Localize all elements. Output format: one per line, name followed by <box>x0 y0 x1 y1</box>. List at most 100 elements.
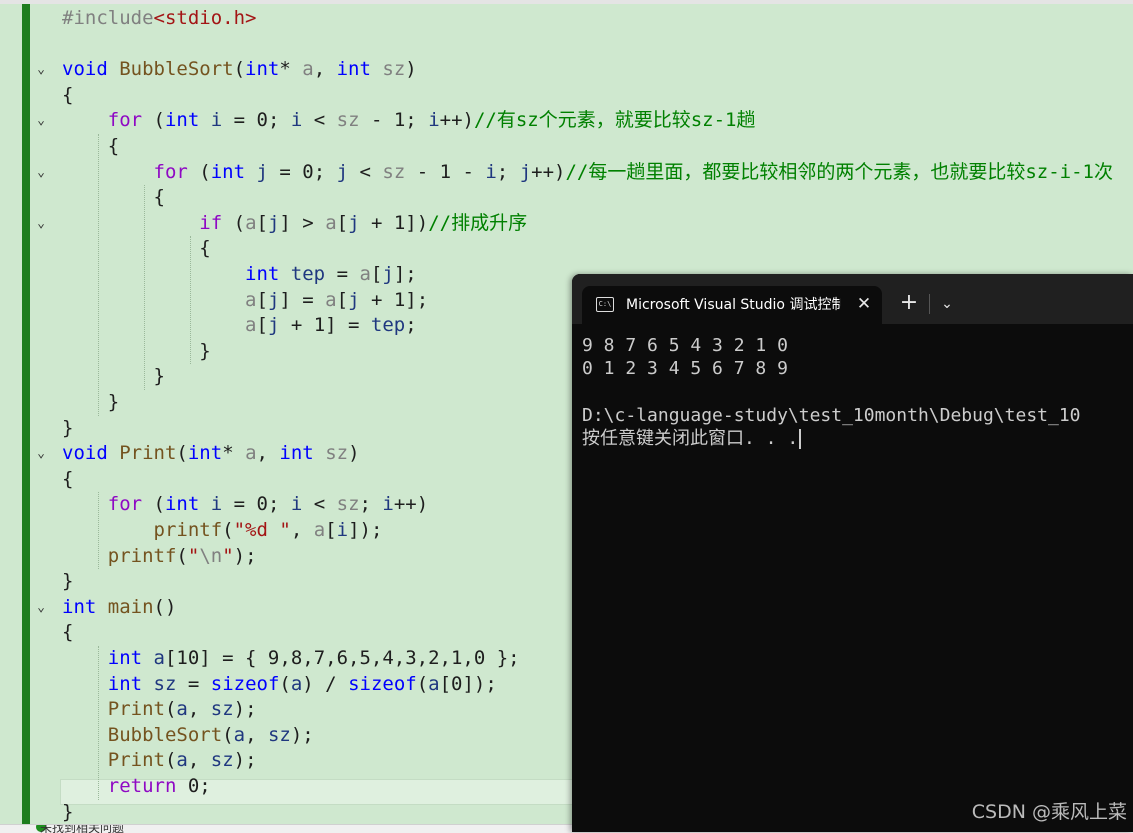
code-line[interactable]: #include<stdio.h> <box>62 6 256 31</box>
code-token: { <box>62 83 74 106</box>
code-token: "%d " <box>233 519 291 541</box>
code-line[interactable]: int main() <box>62 595 176 620</box>
code-line[interactable]: Print(a, sz); <box>62 697 257 722</box>
code-token: " <box>222 544 234 567</box>
debug-console-window[interactable]: C:\ Microsoft Visual Studio 调试控制台 ✕ + ⌄ … <box>572 274 1133 832</box>
code-line[interactable]: return 0; <box>62 774 211 799</box>
code-token: ); <box>233 749 257 772</box>
code-token: ); <box>233 698 257 721</box>
code-token: } <box>62 339 211 362</box>
code-token: int <box>164 109 211 132</box>
code-line[interactable]: { <box>62 185 165 210</box>
code-line[interactable]: printf("\n"); <box>62 544 257 569</box>
new-tab-button[interactable]: + <box>898 292 920 314</box>
code-line[interactable]: } <box>62 364 165 389</box>
code-line[interactable]: BubbleSort(a, sz); <box>62 723 314 748</box>
code-line[interactable]: printf("%d ", a[i]); <box>62 518 383 543</box>
code-token: a <box>313 519 326 541</box>
code-token: [0]); <box>439 672 497 695</box>
code-token: sizeof <box>210 672 280 695</box>
code-token: Print <box>107 698 165 721</box>
code-line[interactable]: for (int j = 0; j < sz - 1 - i; j++)//每一… <box>62 160 1113 185</box>
code-token: i <box>428 109 440 132</box>
code-token: <stdio.h> <box>153 7 257 29</box>
indent-guide <box>98 646 99 800</box>
code-line[interactable]: } <box>62 416 73 441</box>
code-token: for <box>107 493 143 516</box>
code-token: BubbleSort <box>107 723 223 746</box>
code-token: Print <box>107 749 165 772</box>
code-line[interactable]: a[j + 1] = tep; <box>62 313 417 338</box>
code-token: = <box>222 109 257 132</box>
terminal-tab-title: Microsoft Visual Studio 调试控制台 <box>626 297 841 313</box>
code-token: , <box>187 698 211 721</box>
code-line[interactable]: } <box>62 339 211 364</box>
code-token: [ <box>256 211 268 234</box>
fold-toggle-icon[interactable]: ⌄ <box>34 160 48 185</box>
chevron-down-icon[interactable]: ⌄ <box>936 293 958 315</box>
code-token: j <box>256 160 268 183</box>
prompt-text: 按任意键关闭此窗口. . . <box>582 428 799 449</box>
terminal-tab[interactable]: C:\ Microsoft Visual Studio 调试控制台 ✕ <box>582 286 882 324</box>
terminal-output[interactable]: 9 8 7 6 5 4 3 2 1 0 0 1 2 3 4 5 6 7 8 9 … <box>582 334 1133 832</box>
close-tab-button[interactable]: ✕ <box>854 293 874 315</box>
fold-toggle-icon[interactable]: ⌄ <box>34 441 48 466</box>
code-token: void <box>62 58 120 81</box>
code-token: tep <box>290 263 326 285</box>
code-token: tep <box>370 314 406 337</box>
code-token: sizeof <box>348 672 417 695</box>
fold-toggle-icon[interactable]: ⌄ <box>34 211 48 236</box>
fold-toggle-icon[interactable]: ⌄ <box>34 108 48 133</box>
code-token: - 1 - <box>405 160 486 183</box>
output-line: D:\c-language-study\test_10month\Debug\t… <box>582 405 1081 426</box>
console-icon: C:\ <box>596 297 614 312</box>
code-line[interactable]: int tep = a[j]; <box>62 262 417 287</box>
code-token: a <box>359 263 371 285</box>
code-token: sz <box>210 698 234 721</box>
code-token: j <box>267 288 280 311</box>
terminal-titlebar[interactable]: C:\ Microsoft Visual Studio 调试控制台 ✕ + ⌄ <box>572 274 1133 324</box>
code-token: ( <box>279 672 291 695</box>
code-line[interactable]: { <box>62 134 119 159</box>
code-token: [ <box>370 263 383 285</box>
code-token: a <box>153 647 165 669</box>
code-line[interactable]: { <box>62 236 211 261</box>
code-token: a <box>233 723 246 746</box>
code-line[interactable]: int sz = sizeof(a) / sizeof(a[0]); <box>62 672 497 697</box>
code-line[interactable]: { <box>62 467 73 492</box>
code-line[interactable]: } <box>62 800 73 825</box>
code-line[interactable]: } <box>62 390 119 415</box>
code-token: ( <box>142 109 165 132</box>
code-token: j <box>267 211 280 234</box>
code-token: 0; <box>176 775 211 797</box>
code-token: , <box>256 442 280 465</box>
code-token: ++) <box>393 493 429 516</box>
indent-guide <box>98 134 99 416</box>
code-token: { <box>62 237 211 260</box>
code-line[interactable]: Print(a, sz); <box>62 748 257 773</box>
fold-toggle-icon[interactable]: ⌄ <box>34 595 48 620</box>
code-line[interactable]: for (int i = 0; i < sz - 1; i++)//有sz个元素… <box>62 108 756 133</box>
code-line[interactable]: } <box>62 569 73 594</box>
code-line[interactable]: { <box>62 620 73 645</box>
fold-toggle-icon[interactable]: ⌄ <box>34 57 48 82</box>
code-line[interactable]: int a[10] = { 9,8,7,6,5,4,3,2,1,0 }; <box>62 646 520 671</box>
code-token: sz <box>382 160 406 183</box>
code-token: int <box>107 647 154 669</box>
code-line[interactable]: void Print(int* a, int sz) <box>62 441 360 466</box>
code-line[interactable]: { <box>62 83 73 108</box>
code-token: = <box>325 263 360 285</box>
code-line[interactable]: a[j] = a[j + 1]; <box>62 288 428 313</box>
code-token: void <box>62 442 120 465</box>
code-line[interactable]: void BubbleSort(int* a, int sz) <box>62 57 417 82</box>
code-token: i <box>485 160 497 183</box>
code-line[interactable]: if (a[j] > a[j + 1])//排成升序 <box>62 211 527 236</box>
code-line[interactable]: for (int i = 0; i < sz; i++) <box>62 492 428 517</box>
code-token: int <box>107 672 154 695</box>
